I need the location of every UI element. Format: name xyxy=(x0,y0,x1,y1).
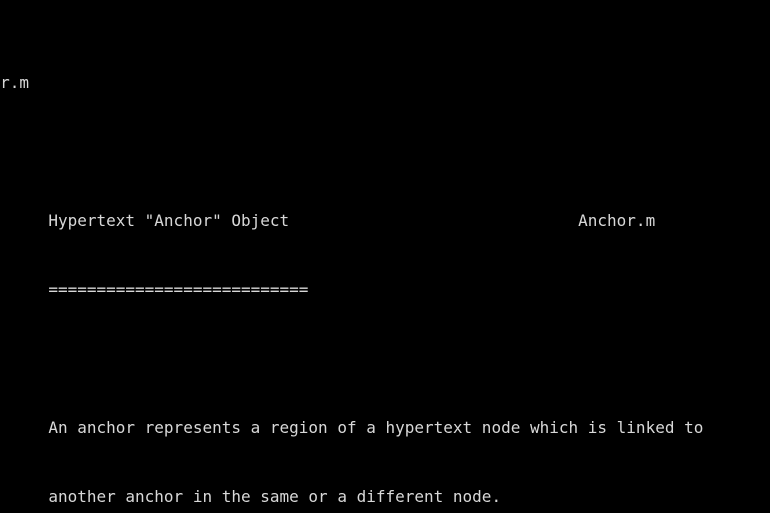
text-viewer-window[interactable]: Anchor.m Hypertext "Anchor" Object Ancho… xyxy=(0,0,770,513)
code-line-header-rule: =========================== xyxy=(48,280,309,299)
code-line-header-title: Hypertext "Anchor" Object Anchor.m xyxy=(0,211,656,230)
code-line: Anchor.m xyxy=(0,73,30,92)
code-surface: Anchor.m Hypertext "Anchor" Object Ancho… xyxy=(0,0,770,513)
code-line-description-1: An anchor represents a region of a hyper… xyxy=(0,418,704,437)
code-line-description-2: another anchor in the same or a differen… xyxy=(0,487,502,506)
